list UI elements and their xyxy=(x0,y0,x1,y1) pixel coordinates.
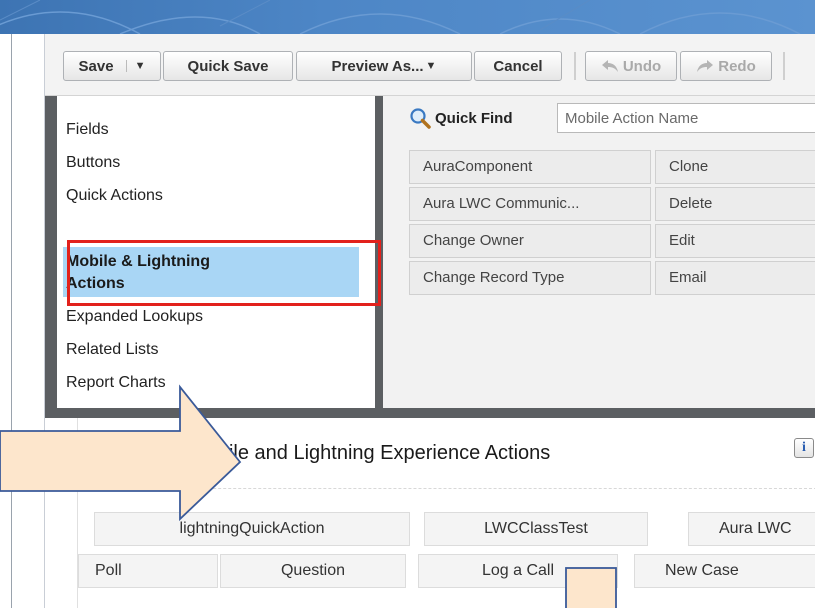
palette-element-change-owner[interactable]: Change Owner xyxy=(409,224,651,258)
palette-bottom-border xyxy=(45,408,815,418)
redo-button[interactable]: Redo xyxy=(680,51,772,81)
preview-as-label: Preview As... xyxy=(331,57,424,75)
quick-find-label: Quick Find xyxy=(435,109,513,127)
action-tile-new-case[interactable]: New Case xyxy=(634,554,815,588)
save-button-group: Save ▼ xyxy=(63,51,161,81)
palette-element-edit[interactable]: Edit xyxy=(655,224,815,258)
layout-canvas: Salesforce Mobile and Lightning Experien… xyxy=(45,418,815,608)
page-layout-editor: Save ▼ Quick Save Preview As... ▼ Cancel… xyxy=(44,34,815,608)
section-divider xyxy=(78,488,815,489)
category-quick-actions[interactable]: Quick Actions xyxy=(66,186,163,206)
toolbar-divider xyxy=(574,52,576,80)
quick-find-input[interactable] xyxy=(557,103,815,133)
editor-toolbar: Save ▼ Quick Save Preview As... ▼ Cancel… xyxy=(45,34,815,96)
palette-element-email[interactable]: Email xyxy=(655,261,815,295)
palette-elements-panel: Quick Find AuraComponent Aura LWC Commun… xyxy=(383,96,815,408)
quick-save-button[interactable]: Quick Save xyxy=(163,51,293,81)
save-menu-caret-icon[interactable]: ▼ xyxy=(125,60,145,72)
section-title: Salesforce Mobile and Lightning Experien… xyxy=(90,442,551,464)
action-tile-aura-lwc[interactable]: Aura LWC xyxy=(688,512,815,546)
header-band xyxy=(0,0,815,34)
mobile-lightning-actions-section: Salesforce Mobile and Lightning Experien… xyxy=(77,418,815,608)
action-tile-poll[interactable]: Poll xyxy=(78,554,218,588)
palette-element-delete[interactable]: Delete xyxy=(655,187,815,221)
palette: Fields Buttons Quick Actions Mobile & Li… xyxy=(45,96,815,418)
category-label-line1: Mobile & Lightning xyxy=(66,253,210,270)
palette-element-aura-lwc-communic[interactable]: Aura LWC Communic... xyxy=(409,187,651,221)
undo-button[interactable]: Undo xyxy=(585,51,677,81)
action-tile-lightningquickaction[interactable]: lightningQuickAction xyxy=(94,512,410,546)
header-pattern xyxy=(0,0,801,34)
category-mobile-lightning-actions[interactable]: Mobile & Lightning Actions xyxy=(63,247,359,297)
palette-category-list: Fields Buttons Quick Actions Mobile & Li… xyxy=(57,96,381,408)
redo-label: Redo xyxy=(718,57,756,75)
action-tile-question[interactable]: Question xyxy=(220,554,406,588)
undo-icon xyxy=(601,60,618,72)
toolbar-divider xyxy=(783,52,785,80)
magnifier-icon xyxy=(410,108,431,129)
info-icon[interactable]: i xyxy=(794,438,814,458)
palette-element-clone[interactable]: Clone xyxy=(655,150,815,184)
quick-find: Quick Find xyxy=(409,103,513,133)
palette-element-change-record-type[interactable]: Change Record Type xyxy=(409,261,651,295)
category-report-charts[interactable]: Report Charts xyxy=(66,373,166,393)
page-left-rule xyxy=(0,34,12,608)
redo-icon xyxy=(697,60,714,72)
save-button[interactable]: Save xyxy=(79,58,114,75)
action-tile-log-a-call[interactable]: Log a Call xyxy=(418,554,618,588)
category-fields[interactable]: Fields xyxy=(66,120,109,140)
cancel-button[interactable]: Cancel xyxy=(474,51,562,81)
category-related-lists[interactable]: Related Lists xyxy=(66,340,159,360)
undo-label: Undo xyxy=(622,57,662,75)
palette-element-auracomponent[interactable]: AuraComponent xyxy=(409,150,651,184)
preview-as-caret-icon: ▼ xyxy=(425,60,437,72)
category-buttons[interactable]: Buttons xyxy=(66,153,120,173)
category-label-line2: Actions xyxy=(66,275,125,292)
category-expanded-lookups[interactable]: Expanded Lookups xyxy=(66,307,203,327)
action-tile-lwcclasstest[interactable]: LWCClassTest xyxy=(424,512,648,546)
preview-as-button[interactable]: Preview As... ▼ xyxy=(296,51,472,81)
